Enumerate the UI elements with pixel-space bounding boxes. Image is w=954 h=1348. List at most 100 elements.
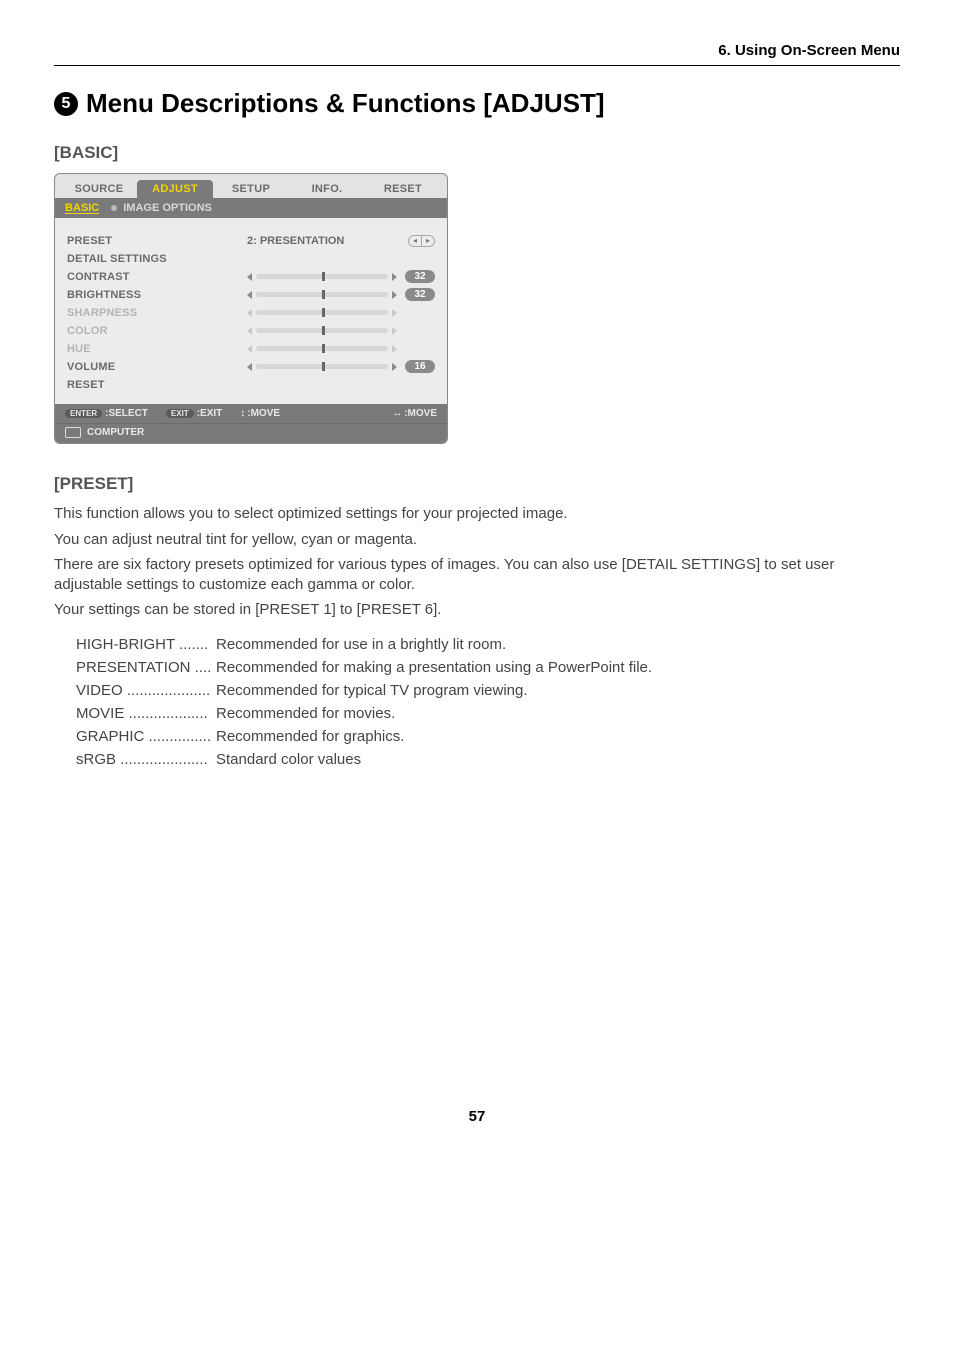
preset-item-name: VIDEO .................... (76, 682, 216, 699)
preset-item-desc: Standard color values (216, 751, 361, 768)
slider-thumb (322, 308, 325, 317)
osd-row-hue[interactable]: HUE (67, 340, 435, 357)
preset-item-name: GRAPHIC ............... (76, 728, 216, 745)
osd-row-color[interactable]: COLOR (67, 322, 435, 339)
preset-para-1: This function allows you to select optim… (54, 504, 900, 524)
preset-item: PRESENTATION .... Recommended for making… (76, 659, 900, 676)
source-icon (65, 427, 81, 438)
osd-slider[interactable] (247, 291, 397, 299)
preset-item-desc: Recommended for typical TV program viewi… (216, 682, 528, 699)
preset-list: HIGH-BRIGHT ....... Recommended for use … (76, 636, 900, 768)
hint-move-ud: :MOVE (247, 408, 280, 419)
slider-thumb (322, 290, 325, 299)
preset-item: sRGB ..................... Standard colo… (76, 751, 900, 768)
osd-row-volume[interactable]: VOLUME 16 (67, 358, 435, 375)
slider-thumb (322, 272, 325, 281)
dot-icon (111, 205, 117, 211)
preset-item: MOVIE ................... Recommended fo… (76, 705, 900, 722)
page-number: 57 (54, 1108, 900, 1125)
preset-item-desc: Recommended for movies. (216, 705, 395, 722)
section-title-text: Menu Descriptions & Functions [ADJUST] (86, 88, 605, 119)
osd-row-detail-settings[interactable]: DETAIL SETTINGS (67, 250, 435, 267)
exit-pill: EXIT (166, 409, 194, 418)
osd-row-label: PRESET (67, 235, 247, 247)
osd-tab-info[interactable]: INFO. (289, 180, 365, 198)
arrow-right-icon[interactable] (392, 291, 397, 299)
slider-value-pill: 16 (405, 360, 435, 373)
slider-thumb (322, 326, 325, 335)
slider-track (256, 346, 388, 351)
hint-exit: :EXIT (197, 408, 223, 419)
osd-subtab-image-options-label: IMAGE OPTIONS (123, 202, 212, 214)
osd-row-brightness[interactable]: BRIGHTNESS32 (67, 286, 435, 303)
preset-item: HIGH-BRIGHT ....... Recommended for use … (76, 636, 900, 653)
arrow-left-icon (247, 327, 252, 335)
osd-slider (247, 345, 397, 353)
osd-main-tabs: SOURCE ADJUST SETUP INFO. RESET (55, 174, 447, 198)
osd-screenshot: SOURCE ADJUST SETUP INFO. RESET BASIC IM… (54, 173, 448, 444)
osd-row-label: SHARPNESS (67, 307, 247, 319)
osd-subtab-image-options[interactable]: IMAGE OPTIONS (111, 201, 212, 215)
osd-row-label: COLOR (67, 325, 247, 337)
arrow-left-icon[interactable] (247, 273, 252, 281)
osd-body: PRESET2: PRESENTATION◂▸DETAIL SETTINGSCO… (55, 218, 447, 404)
slider-track[interactable] (256, 364, 388, 369)
preset-para-3: There are six factory presets optimized … (54, 555, 900, 594)
arrow-left-icon[interactable] (247, 363, 252, 371)
osd-row-label: RESET (67, 379, 247, 391)
arrow-left-icon (247, 309, 252, 317)
slider-thumb (322, 344, 325, 353)
arrow-right-icon (392, 327, 397, 335)
arrow-left-icon[interactable]: ◂ (409, 236, 421, 246)
arrow-right-icon[interactable]: ▸ (421, 236, 434, 246)
hint-move-lr: :MOVE (404, 408, 437, 419)
section-title: 5 Menu Descriptions & Functions [ADJUST] (54, 88, 900, 119)
osd-row-label: VOLUME (67, 361, 247, 373)
preset-item-name: sRGB ..................... (76, 751, 216, 768)
slider-track[interactable] (256, 292, 388, 297)
osd-tab-adjust[interactable]: ADJUST (137, 180, 213, 198)
arrow-left-icon (247, 345, 252, 353)
osd-row-label: HUE (67, 343, 247, 355)
osd-subtabs: BASIC IMAGE OPTIONS (55, 198, 447, 218)
slider-track (256, 328, 388, 333)
osd-tab-source[interactable]: SOURCE (61, 180, 137, 198)
osd-subtab-basic[interactable]: BASIC (65, 201, 99, 215)
osd-slider[interactable] (247, 273, 397, 281)
arrow-right-icon[interactable] (392, 273, 397, 281)
left-right-switch[interactable]: ◂▸ (408, 235, 435, 247)
preset-item-name: MOVIE ................... (76, 705, 216, 722)
preset-item-name: PRESENTATION .... (76, 659, 216, 676)
preset-item-name: HIGH-BRIGHT ....... (76, 636, 216, 653)
osd-hint-bar: ENTER:SELECT EXIT:EXIT :MOVE :MOVE (55, 404, 447, 423)
arrow-right-icon (392, 309, 397, 317)
osd-row-preset[interactable]: PRESET2: PRESENTATION◂▸ (67, 232, 435, 249)
osd-row-contrast[interactable]: CONTRAST 32 (67, 268, 435, 285)
osd-source-label: COMPUTER (87, 427, 144, 438)
preset-para-2: You can adjust neutral tint for yellow, … (54, 530, 900, 550)
slider-value-pill: 32 (405, 270, 435, 283)
arrow-left-icon[interactable] (247, 291, 252, 299)
preset-item-desc: Recommended for graphics. (216, 728, 404, 745)
enter-pill: ENTER (65, 409, 102, 418)
osd-slider (247, 309, 397, 317)
slider-thumb (322, 362, 325, 371)
arrow-right-icon[interactable] (392, 363, 397, 371)
preset-item: VIDEO .................... Recommended f… (76, 682, 900, 699)
arrow-right-icon (392, 345, 397, 353)
hint-select: :SELECT (105, 408, 148, 419)
chapter-header: 6. Using On-Screen Menu (54, 42, 900, 66)
osd-tab-setup[interactable]: SETUP (213, 180, 289, 198)
osd-footer: COMPUTER (55, 423, 447, 443)
slider-track[interactable] (256, 274, 388, 279)
preset-item-desc: Recommended for making a presentation us… (216, 659, 652, 676)
preset-heading: [PRESET] (54, 474, 900, 494)
slider-track (256, 310, 388, 315)
osd-slider[interactable] (247, 363, 397, 371)
osd-row-label: CONTRAST (67, 271, 247, 283)
osd-row-reset[interactable]: RESET (67, 376, 435, 393)
osd-tab-reset[interactable]: RESET (365, 180, 441, 198)
section-number-badge: 5 (54, 92, 78, 116)
osd-slider (247, 327, 397, 335)
osd-row-sharpness[interactable]: SHARPNESS (67, 304, 435, 321)
